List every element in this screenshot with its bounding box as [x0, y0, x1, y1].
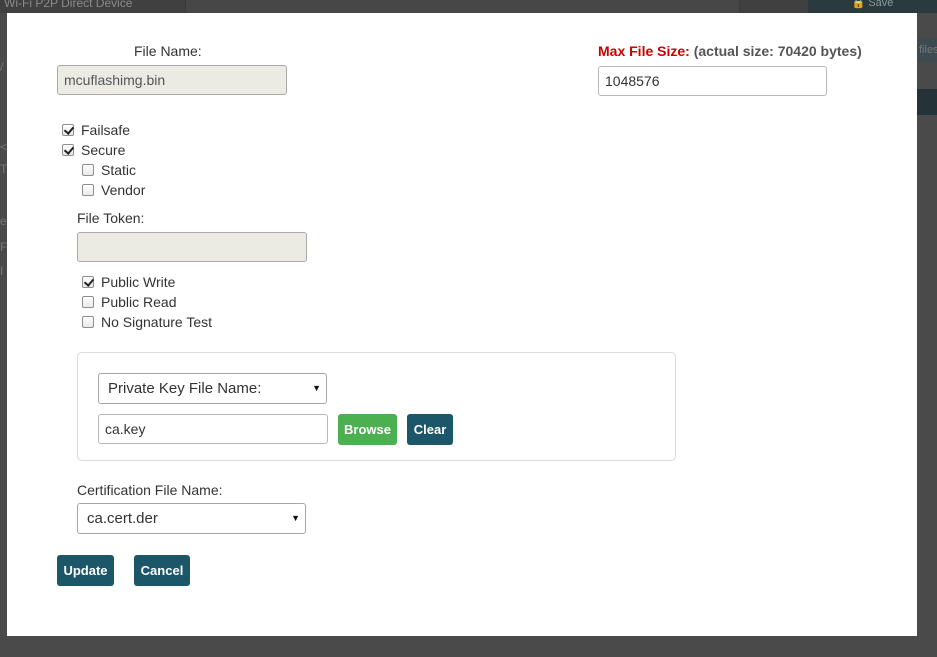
background-files-button: files [917, 38, 937, 62]
no-signature-test-label: No Signature Test [101, 314, 213, 330]
browse-button[interactable]: Browse [338, 414, 397, 445]
secure-label: Secure [81, 142, 126, 158]
edit-file-dialog: File Name: mcuflashimg.bin Max File Size… [7, 13, 917, 636]
max-file-size-field[interactable]: 1048576 [598, 66, 827, 96]
background-fragment: F [0, 240, 7, 254]
cert-file-label: Certification File Name: [77, 482, 223, 498]
max-file-size-label: Max File Size: (actual size: 70420 bytes… [598, 43, 862, 59]
vendor-label: Vendor [101, 182, 146, 198]
cert-file-select-value: ca.cert.der [87, 510, 158, 527]
update-button[interactable]: Update [57, 555, 114, 586]
cancel-button[interactable]: Cancel [134, 555, 190, 586]
chevron-down-icon: ▼ [291, 513, 300, 523]
background-save-label: Save [868, 0, 894, 9]
background-fragment: e [0, 214, 7, 228]
secure-checkbox-row[interactable]: Secure [62, 141, 125, 159]
background-tab [185, 0, 740, 13]
public-write-checkbox-row[interactable]: Public Write [82, 273, 175, 291]
file-name-field[interactable]: mcuflashimg.bin [57, 65, 287, 95]
public-read-checkbox[interactable] [82, 296, 94, 308]
background-fragment: / [0, 60, 4, 74]
actual-size-note: (actual size: 70420 bytes) [693, 43, 862, 59]
secure-checkbox[interactable] [62, 144, 74, 156]
background-fragment: T [0, 162, 7, 176]
static-label: Static [101, 162, 137, 178]
failsafe-checkbox[interactable] [62, 124, 74, 136]
background-save-button: 🔒 Save [808, 0, 937, 13]
public-write-checkbox[interactable] [82, 276, 94, 288]
static-checkbox-row[interactable]: Static [82, 161, 136, 179]
key-type-select[interactable]: Private Key File Name: ▼ [98, 373, 327, 404]
chevron-down-icon: ▼ [312, 383, 321, 393]
key-file-field[interactable]: ca.key [98, 414, 328, 444]
background-toolbar: Wi-Fi P2P Direct Device 🔒 Save [0, 0, 937, 13]
file-token-label: File Token: [77, 210, 145, 226]
vendor-checkbox-row[interactable]: Vendor [82, 181, 145, 199]
max-file-size-title: Max File Size: [598, 43, 690, 59]
clear-button[interactable]: Clear [407, 414, 453, 445]
static-checkbox[interactable] [82, 164, 94, 176]
failsafe-checkbox-row[interactable]: Failsafe [62, 121, 130, 139]
background-tab-label: Wi-Fi P2P Direct Device [4, 0, 133, 10]
background-bar [917, 89, 937, 115]
failsafe-label: Failsafe [81, 122, 131, 138]
key-file-panel: Private Key File Name: ▼ ca.key Browse C… [77, 352, 676, 461]
background-files-label: files [919, 44, 937, 56]
file-token-field[interactable] [77, 232, 307, 262]
background-fragment: I [0, 264, 4, 278]
vendor-checkbox[interactable] [82, 184, 94, 196]
no-signature-test-checkbox-row[interactable]: No Signature Test [82, 313, 212, 331]
file-name-label: File Name: [134, 43, 202, 59]
no-signature-test-checkbox[interactable] [82, 316, 94, 328]
key-type-select-value: Private Key File Name: [108, 380, 262, 397]
public-read-label: Public Read [101, 294, 177, 310]
cert-file-select[interactable]: ca.cert.der ▼ [77, 503, 306, 534]
background-fragment: < [0, 140, 7, 154]
public-read-checkbox-row[interactable]: Public Read [82, 293, 177, 311]
public-write-label: Public Write [101, 274, 176, 290]
